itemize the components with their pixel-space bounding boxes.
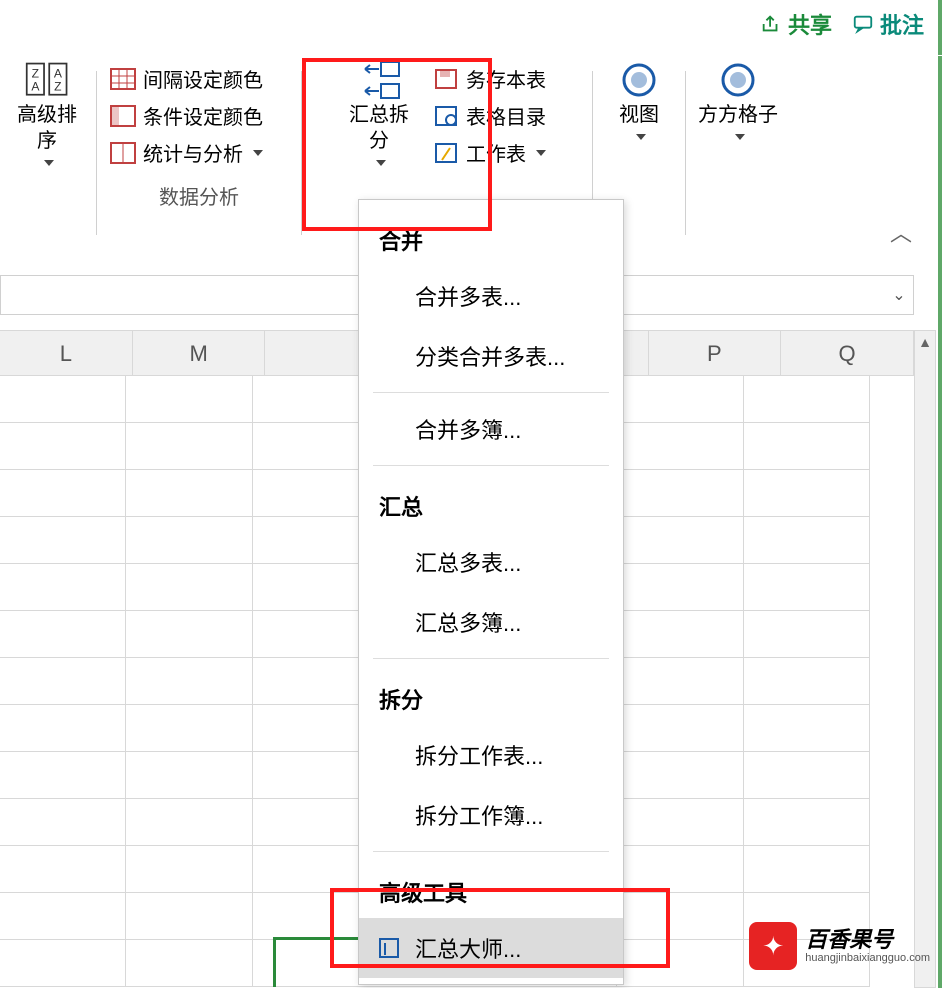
chevron-down-icon bbox=[40, 154, 54, 172]
adv-sort-button[interactable]: ZAAZ 高级排序 bbox=[0, 56, 94, 255]
menu-section-merge: 合并 bbox=[359, 206, 623, 266]
comment-button[interactable]: 批注 bbox=[852, 8, 924, 40]
interval-color-button[interactable]: 间隔设定颜色 bbox=[107, 60, 265, 97]
menu-merge-books[interactable]: 合并多簿... bbox=[359, 399, 623, 459]
watermark-title: 百香果号 bbox=[805, 928, 930, 952]
vertical-scrollbar[interactable]: ▲ bbox=[914, 330, 936, 988]
title-bar-actions: 共享 批注 bbox=[740, 0, 944, 56]
table-dir-icon bbox=[432, 104, 460, 128]
col-header[interactable]: Q bbox=[781, 331, 914, 375]
menu-master-label: 汇总大师... bbox=[415, 937, 521, 962]
worksheet-button[interactable]: 工作表 bbox=[430, 134, 548, 171]
stats-icon bbox=[109, 141, 137, 165]
chevron-down-icon bbox=[249, 141, 263, 164]
group-label: 数据分析 bbox=[159, 181, 239, 210]
scroll-up-icon[interactable]: ▲ bbox=[915, 331, 935, 353]
summary-split-menu: 合并 合并多表... 分类合并多表... 合并多簿... 汇总 汇总多表... … bbox=[358, 199, 624, 985]
menu-summary-master[interactable]: 汇总大师... bbox=[359, 918, 623, 978]
grid-color-icon bbox=[109, 67, 137, 91]
watermark: ✦ 百香果号 huangjinbaixiangguo.com bbox=[749, 922, 930, 970]
menu-split-sheet[interactable]: 拆分工作表... bbox=[359, 725, 623, 785]
ffgz-button[interactable]: 方方格子 bbox=[688, 56, 788, 255]
col-header[interactable]: L bbox=[0, 331, 133, 375]
watermark-url: huangjinbaixiangguo.com bbox=[805, 952, 930, 964]
col-header[interactable]: P bbox=[649, 331, 782, 375]
ffgz-icon bbox=[716, 60, 761, 100]
separator bbox=[373, 465, 609, 466]
separator bbox=[301, 71, 302, 235]
menu-sum-tables[interactable]: 汇总多表... bbox=[359, 532, 623, 592]
svg-text:A: A bbox=[31, 79, 40, 93]
table-dir-button[interactable]: 表格目录 bbox=[430, 97, 548, 134]
interval-color-label: 间隔设定颜色 bbox=[143, 64, 263, 93]
worksheet-icon bbox=[432, 141, 460, 165]
master-icon bbox=[377, 936, 401, 960]
stats-button[interactable]: 统计与分析 bbox=[107, 134, 265, 171]
watermark-icon: ✦ bbox=[749, 922, 797, 970]
save-icon bbox=[432, 67, 460, 91]
separator bbox=[373, 658, 609, 659]
ffgz-label: 方方格子 bbox=[698, 102, 778, 128]
view-label: 视图 bbox=[619, 102, 659, 128]
menu-section-advanced: 高级工具 bbox=[359, 858, 623, 918]
menu-section-split: 拆分 bbox=[359, 665, 623, 725]
svg-text:Z: Z bbox=[31, 66, 39, 80]
view-icon bbox=[617, 60, 662, 100]
cond-color-button[interactable]: 条件设定颜色 bbox=[107, 97, 265, 134]
chevron-down-icon bbox=[372, 154, 386, 172]
col-header[interactable]: M bbox=[133, 331, 266, 375]
stats-label: 统计与分析 bbox=[143, 138, 243, 167]
color-group: 间隔设定颜色 条件设定颜色 统计与分析 数据分析 bbox=[99, 56, 299, 255]
cond-color-label: 条件设定颜色 bbox=[143, 101, 263, 130]
chevron-down-icon bbox=[731, 128, 745, 146]
summary-split-label: 汇总拆分 bbox=[344, 102, 414, 154]
formula-expand-button[interactable]: ⌄ bbox=[884, 275, 914, 315]
table-dir-label: 表格目录 bbox=[466, 101, 546, 130]
worksheet-label: 工作表 bbox=[466, 138, 526, 167]
separator bbox=[685, 71, 686, 235]
svg-text:A: A bbox=[53, 66, 62, 80]
share-button[interactable]: 共享 bbox=[760, 8, 832, 40]
menu-sum-books[interactable]: 汇总多簿... bbox=[359, 592, 623, 652]
cond-color-icon bbox=[109, 104, 137, 128]
adv-sort-label: 高级排序 bbox=[8, 102, 86, 154]
separator bbox=[96, 71, 97, 235]
menu-section-summary: 汇总 bbox=[359, 472, 623, 532]
sort-icon: ZAAZ bbox=[25, 60, 70, 100]
menu-split-book[interactable]: 拆分工作簿... bbox=[359, 785, 623, 845]
chevron-down-icon bbox=[632, 128, 646, 146]
comment-label: 批注 bbox=[880, 8, 924, 40]
share-label: 共享 bbox=[788, 8, 832, 40]
save-table-label: 务存本表 bbox=[466, 64, 546, 93]
svg-text:Z: Z bbox=[54, 79, 62, 93]
menu-merge-tables[interactable]: 合并多表... bbox=[359, 266, 623, 326]
collapse-ribbon-button[interactable]: ︿ bbox=[890, 216, 912, 248]
menu-merge-by-category[interactable]: 分类合并多表... bbox=[359, 326, 623, 386]
split-icon bbox=[357, 60, 402, 100]
separator bbox=[373, 392, 609, 393]
chevron-down-icon bbox=[532, 141, 546, 164]
save-table-button[interactable]: 务存本表 bbox=[430, 60, 548, 97]
separator bbox=[373, 851, 609, 852]
